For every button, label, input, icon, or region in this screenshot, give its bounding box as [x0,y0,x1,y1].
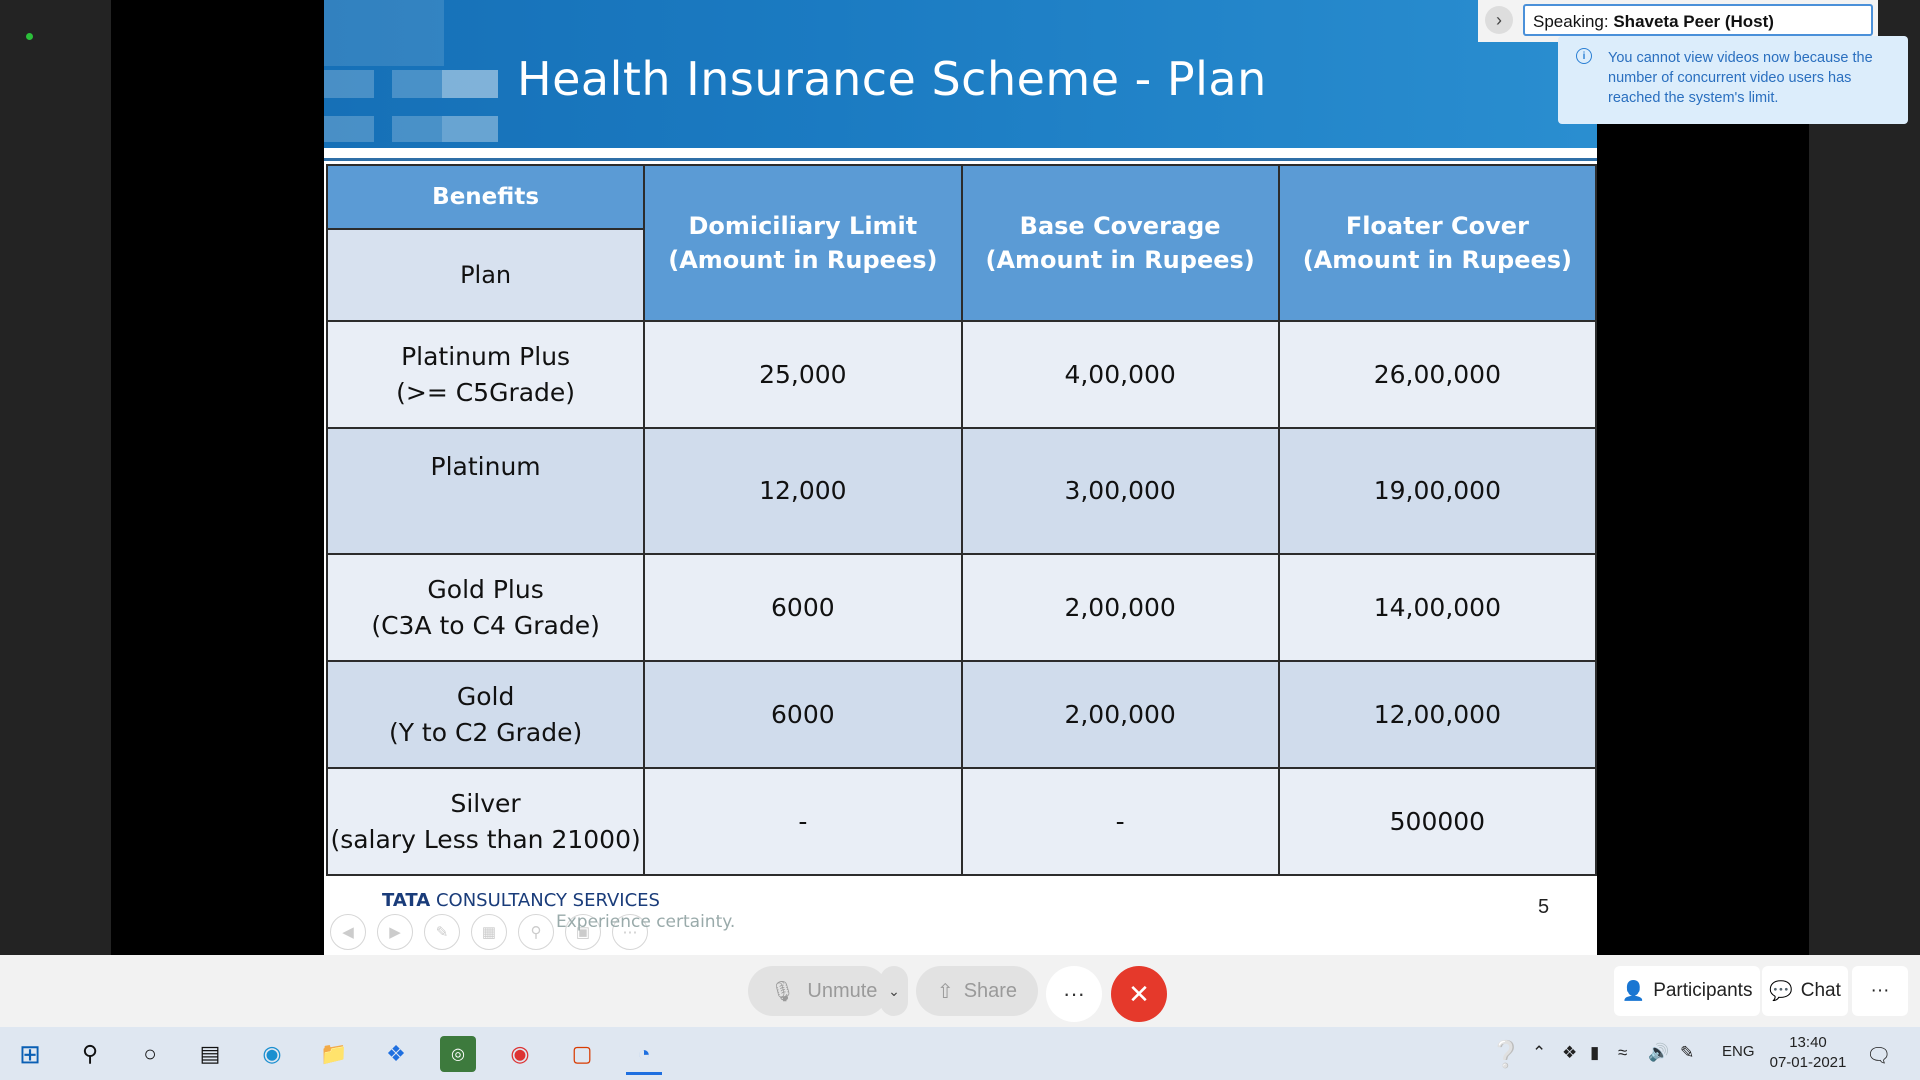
tcs-tagline: Experience certainty. [556,912,736,932]
zoom-icon[interactable]: ⚲ [518,914,554,950]
header-decor [324,70,374,98]
end-call-button[interactable]: ✕ [1111,966,1167,1022]
meeting-controls-bar: 🎙 Unmute ⌄ ⇧ Share ··· ✕ 👤 Participants … [0,955,1920,1027]
header-decor [324,116,374,142]
person-icon: 👤 [1621,981,1646,1002]
dropbox-icon[interactable]: ❖ [378,1036,414,1072]
close-icon: ✕ [1128,978,1150,1009]
prev-slide-icon[interactable]: ◀ [330,914,366,950]
chat-button[interactable]: 💬 Chat [1762,966,1848,1016]
language-indicator[interactable]: ENG [1722,1043,1755,1060]
value-cell: 12,00,000 [1277,660,1597,769]
volume-icon[interactable]: 🔊 [1648,1043,1669,1063]
video-limit-notice: i You cannot view videos now because the… [1558,36,1908,124]
header-domiciliary: Domiciliary Limit (Amount in Rupees) [643,164,963,322]
header-decor [442,116,498,142]
slide-header: Health Insurance Scheme - Plan [324,0,1597,148]
value-cell: 2,00,000 [960,660,1280,769]
header-decor [392,70,442,98]
webex-meetings-icon[interactable]: ◔ [626,1036,662,1075]
table-row: Platinum 12,000 3,00,000 19,00,000 [325,427,1597,555]
windows-taskbar: ⊞ ⚲ ○ ▤ ◉ 📁 ❖ ◎ ◉ ▢ ◔ ❔ ⌃ ❖ ▮ ≈ 🔊 ✎ ENG … [0,1027,1920,1080]
notice-text: You cannot view videos now because the n… [1608,50,1873,106]
chrome-browser-icon[interactable]: ◉ [502,1036,538,1072]
header-base-coverage: Base Coverage (Amount in Rupees) [960,164,1280,322]
header-divider [324,158,1597,161]
pen-tray-icon[interactable]: ✎ [1680,1043,1694,1063]
value-cell: 25,000 [643,320,963,429]
chat-bubble-icon: 💬 [1769,981,1793,1002]
pen-icon[interactable]: ✎ [424,914,460,950]
header-benefits: Benefits [325,164,646,230]
next-slide-icon[interactable]: ▶ [377,914,413,950]
value-cell: 26,00,000 [1277,320,1597,429]
value-cell: - [960,767,1280,876]
microphone-off-icon: 🎙 [770,980,796,1003]
help-icon[interactable]: ❔ [1488,1036,1524,1072]
slide-page-number: 5 [1538,896,1550,918]
value-cell: 19,00,000 [1277,427,1597,555]
search-icon[interactable]: ⚲ [72,1036,108,1072]
value-cell: - [643,767,963,876]
overflow-menu-button[interactable]: ··· [1852,966,1908,1016]
wifi-icon[interactable]: ≈ [1618,1043,1627,1063]
plan-cell: Gold Plus (C3A to C4 Grade) [325,553,646,662]
plan-table: Benefits Domiciliary Limit (Amount in Rup… [325,164,1597,876]
unmute-button[interactable]: 🎙 Unmute [748,966,888,1016]
speaking-label: Speaking: Shaveta Peer (Host) [1523,4,1873,36]
value-cell: 3,00,000 [960,427,1280,555]
tripadvisor-icon[interactable]: ◎ [440,1036,476,1072]
chevron-right-icon[interactable]: › [1485,6,1513,34]
cortana-icon[interactable]: ○ [132,1036,168,1072]
audio-options-chevron-icon[interactable]: ⌄ [880,966,908,1016]
header-floater-cover: Floater Cover (Amount in Rupees) [1277,164,1597,322]
shared-slide: Health Insurance Scheme - Plan Benefits … [324,0,1597,955]
header-decor [392,116,442,142]
table-row: Gold Plus (C3A to C4 Grade) 6000 2,00,000… [325,553,1597,662]
value-cell: 14,00,000 [1277,553,1597,662]
connection-indicator [26,33,33,40]
plan-cell: Silver (salary Less than 21000) [325,767,646,876]
chevron-up-icon[interactable]: ⌃ [1532,1043,1546,1063]
plan-cell: Platinum Plus (>= C5Grade) [325,320,646,429]
share-button[interactable]: ⇧ Share [916,966,1038,1016]
file-explorer-icon[interactable]: 📁 [316,1036,352,1072]
office-icon[interactable]: ▢ [564,1036,600,1072]
slide-title: Health Insurance Scheme - Plan [517,52,1267,106]
share-icon: ⇧ [936,980,954,1003]
value-cell: 6000 [643,553,963,662]
task-view-icon[interactable]: ▤ [192,1036,228,1072]
clock[interactable]: 13:40 07-01-2021 [1768,1033,1848,1073]
value-cell: 500000 [1277,767,1597,876]
more-button[interactable]: ··· [1046,966,1102,1022]
header-decor [442,70,498,98]
value-cell: 2,00,000 [960,553,1280,662]
value-cell: 6000 [643,660,963,769]
table-row: Platinum Plus (>= C5Grade) 25,000 4,00,00… [325,320,1597,429]
participants-button[interactable]: 👤 Participants [1614,966,1760,1016]
edge-browser-icon[interactable]: ◉ [254,1036,290,1072]
plan-cell: Platinum [325,427,646,555]
dropbox-tray-icon[interactable]: ❖ [1562,1043,1577,1063]
windows-start-icon[interactable]: ⊞ [12,1036,48,1072]
info-icon: i [1576,48,1592,64]
value-cell: 4,00,000 [960,320,1280,429]
clock-date: 07-01-2021 [1769,1054,1847,1071]
battery-icon[interactable]: ▮ [1590,1043,1599,1063]
notification-center-icon[interactable]: 🗨 [1866,1043,1891,1068]
slides-grid-icon[interactable]: ▦ [471,914,507,950]
value-cell: 12,000 [643,427,963,555]
meeting-stage: Health Insurance Scheme - Plan Benefits … [0,0,1920,955]
header-plan: Plan [325,228,646,322]
clock-time: 13:40 [1789,1034,1827,1051]
table-row: Silver (salary Less than 21000) - - 50000… [325,767,1597,876]
table-row: Gold (Y to C2 Grade) 6000 2,00,000 12,00,… [325,660,1597,769]
plan-cell: Gold (Y to C2 Grade) [325,660,646,769]
tcs-logo: TATA CONSULTANCY SERVICES [382,890,660,911]
header-decor [324,0,444,66]
